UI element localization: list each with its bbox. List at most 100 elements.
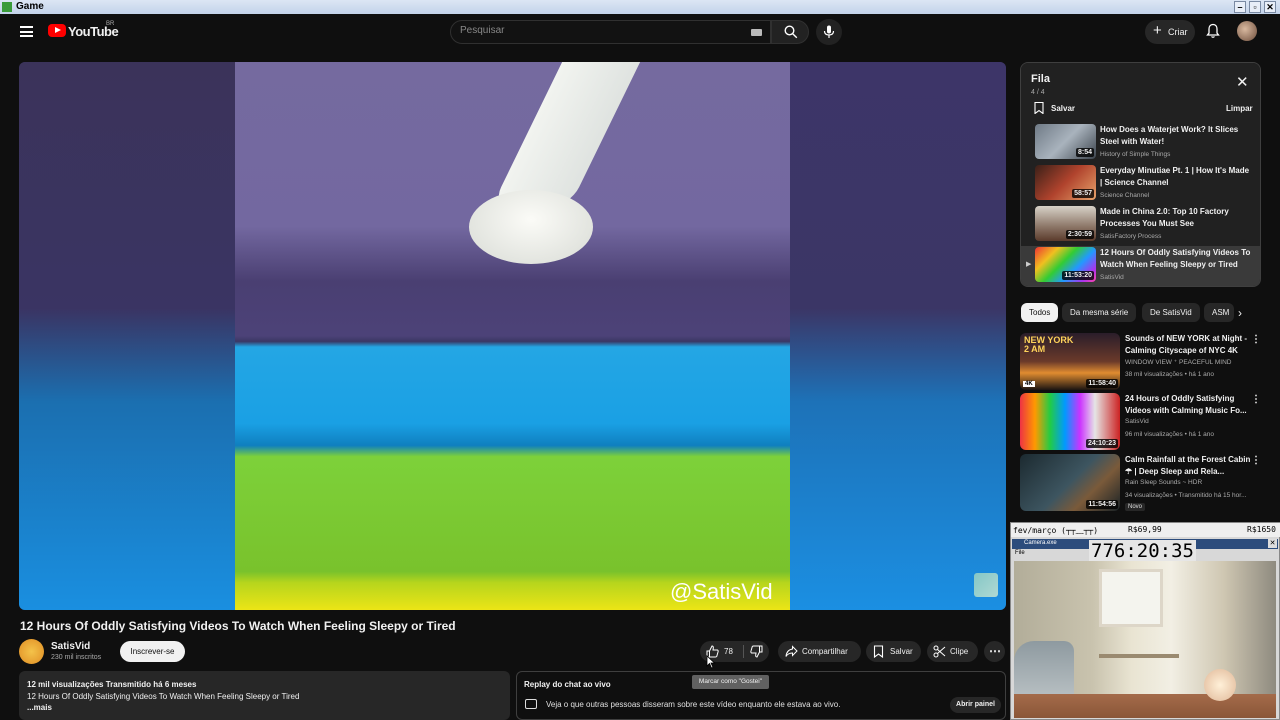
dislike-button[interactable] (744, 641, 769, 662)
channel-subscribers: 230 mil inscritos (51, 654, 102, 661)
chevron-right-icon[interactable]: › (1238, 306, 1242, 320)
maximize-button[interactable]: ▫ (1249, 1, 1261, 13)
overlay-goal-label: fev/março (┬┬﹏┬┬) (1013, 526, 1099, 535)
video-player[interactable]: @SatisVid (19, 62, 1006, 610)
bookmark-icon[interactable] (1034, 102, 1044, 114)
channel-avatar[interactable] (19, 639, 44, 664)
queue-item-channel: Science Channel (1100, 192, 1150, 199)
queue-item[interactable]: 2:30:59 Made in China 2.0: Top 10 Factor… (1021, 205, 1260, 246)
recommendation-title: Sounds of NEW YORK at Night - Calming Ci… (1125, 334, 1248, 355)
thumbs-down-icon (750, 645, 763, 658)
minimize-button[interactable]: – (1234, 1, 1246, 13)
more-options-icon[interactable]: ⋮ (1251, 334, 1261, 345)
channel-name[interactable]: SatisVid (51, 641, 90, 652)
more-icon: ⋯ (989, 644, 1001, 658)
room-window (1099, 569, 1163, 627)
stream-overlay: fev/março (┬┬﹏┬┬) R$69,99 R$1650 Camera.… (1010, 522, 1280, 720)
queue-clear-button[interactable]: Limpar (1226, 104, 1253, 113)
room-table (1099, 654, 1179, 718)
search-icon (784, 25, 798, 39)
menu-icon[interactable] (20, 26, 33, 37)
camera-window-title: Camera.exe (1024, 540, 1057, 546)
queue-item[interactable]: 58:57 Everyday Minutiae Pt. 1 | How It's… (1021, 164, 1260, 205)
queue-item-channel: SatisVid (1100, 274, 1124, 281)
create-button[interactable]: + Criar (1145, 20, 1195, 44)
bell-icon[interactable] (1205, 23, 1221, 39)
more-options-icon[interactable]: ⋮ (1251, 455, 1261, 466)
duration-badge: 2:30:59 (1065, 230, 1094, 239)
plus-icon: + (1153, 22, 1162, 39)
clip-button[interactable]: Clipe (927, 641, 978, 662)
overlay-goal-target: R$1650 (1247, 525, 1276, 534)
camera-file-menu[interactable]: File (1015, 550, 1025, 556)
queue-thumbnail: 11:53:20 (1035, 247, 1096, 282)
queue-item-title: Made in China 2.0: Top 10 Factory Proces… (1100, 207, 1229, 228)
chat-replay-title: Replay do chat ao vivo (524, 680, 611, 689)
share-button[interactable]: Compartilhar (778, 641, 861, 662)
window-titlebar: Game – ▫ ✕ (0, 0, 1280, 14)
open-chat-panel-button[interactable]: Abrir painel (950, 697, 1001, 713)
ambient-left (19, 62, 235, 610)
chip-from-channel[interactable]: De SatisVid (1142, 303, 1200, 322)
queue-item[interactable]: 8:54 How Does a Waterjet Work? It Slices… (1021, 123, 1260, 164)
description-box[interactable]: 12 mil visualizações Transmitido há 6 me… (19, 671, 510, 720)
chip-all[interactable]: Todos (1021, 303, 1059, 322)
mouse-cursor-icon (706, 655, 716, 669)
channel-watermark-icon[interactable] (974, 573, 998, 597)
queue-item-channel: History of Simple Things (1100, 151, 1171, 158)
recommendation-item[interactable]: NEW YORK 2 AM 4K 11:58:40 Sounds of NEW … (1020, 333, 1270, 391)
chat-replay-subtitle: Veja o que outras pessoas disseram sobre… (546, 700, 841, 709)
recommendation-meta: 38 mil visualizações • há 1 ano (1125, 371, 1214, 378)
save-button[interactable]: Salvar (866, 641, 921, 662)
queue-item-channel: SatisFactory Process (1100, 233, 1162, 240)
queue-count: 4 / 4 (1031, 89, 1045, 96)
overlay-goal-current: R$69,99 (1128, 525, 1162, 534)
queue-header: Fila 4 / 4 ✕ Salvar Limpar (1021, 63, 1260, 119)
keyboard-icon[interactable] (751, 29, 762, 36)
duration-badge: 11:53:20 (1062, 271, 1094, 280)
search-button[interactable] (771, 20, 809, 44)
recommendation-channel: SatisVid (1125, 418, 1149, 425)
close-icon[interactable]: ✕ (1268, 539, 1277, 548)
recommendation-thumbnail: 11:54:56 (1020, 454, 1120, 511)
description-text: 12 Hours Of Oddly Satisfying Videos To W… (27, 692, 300, 701)
duration-badge: 8:54 (1075, 148, 1094, 157)
like-count: 78 (724, 647, 733, 656)
overlay-timer: 776:20:35 (1089, 540, 1196, 562)
frosting-nozzle (491, 62, 643, 207)
close-window-button[interactable]: ✕ (1264, 1, 1276, 13)
overlay-goal-bar: fev/março (┬┬﹏┬┬) R$69,99 R$1650 (1011, 523, 1280, 537)
description-stats: 12 mil visualizações Transmitido há 6 me… (27, 680, 197, 689)
chip-asmr[interactable]: ASM (1204, 303, 1234, 322)
recommendation-meta: 96 mil visualizações • há 1 ano (1125, 431, 1214, 438)
search-box[interactable] (450, 20, 771, 44)
more-options-icon[interactable]: ⋮ (1251, 394, 1261, 405)
thumbnail-text: NEW YORK 2 AM (1024, 335, 1074, 354)
queue-item-current[interactable]: ▶ 11:53:20 12 Hours Of Oddly Satisfying … (1021, 246, 1260, 286)
recommendation-meta: 34 visualizações • Transmitido há 15 hor… (1125, 492, 1247, 499)
voice-search-button[interactable] (816, 19, 842, 45)
queue-thumbnail: 8:54 (1035, 124, 1096, 159)
room-lamp (1204, 669, 1236, 701)
subscribe-button[interactable]: Inscrever-se (120, 641, 185, 662)
duration-badge: 11:54:56 (1086, 500, 1118, 509)
recommendation-item[interactable]: 24:10:23 24 Hours of Oddly Satisfying Vi… (1020, 393, 1270, 451)
recommendation-thumbnail: 24:10:23 (1020, 393, 1120, 450)
app-icon (2, 2, 12, 12)
queue-save-button[interactable]: Salvar (1051, 104, 1075, 113)
queue-thumbnail: 58:57 (1035, 165, 1096, 200)
search-input[interactable] (460, 25, 740, 36)
account-avatar[interactable] (1237, 21, 1257, 41)
youtube-logo-icon[interactable] (48, 24, 66, 37)
video-frame[interactable]: @SatisVid (235, 62, 790, 610)
share-icon (785, 645, 798, 657)
ambient-right (790, 62, 1006, 610)
chip-same-series[interactable]: Da mesma série (1062, 303, 1137, 322)
description-more[interactable]: ...mais (27, 703, 52, 712)
recommendation-item[interactable]: 11:54:56 Calm Rainfall at the Forest Cab… (1020, 454, 1270, 512)
more-actions-button[interactable]: ⋯ (984, 641, 1005, 662)
create-label: Criar (1168, 27, 1188, 37)
masthead: YouTube BR + Criar (0, 14, 1280, 50)
close-queue-icon[interactable]: ✕ (1236, 75, 1249, 90)
video-watermark: @SatisVid (670, 579, 773, 604)
